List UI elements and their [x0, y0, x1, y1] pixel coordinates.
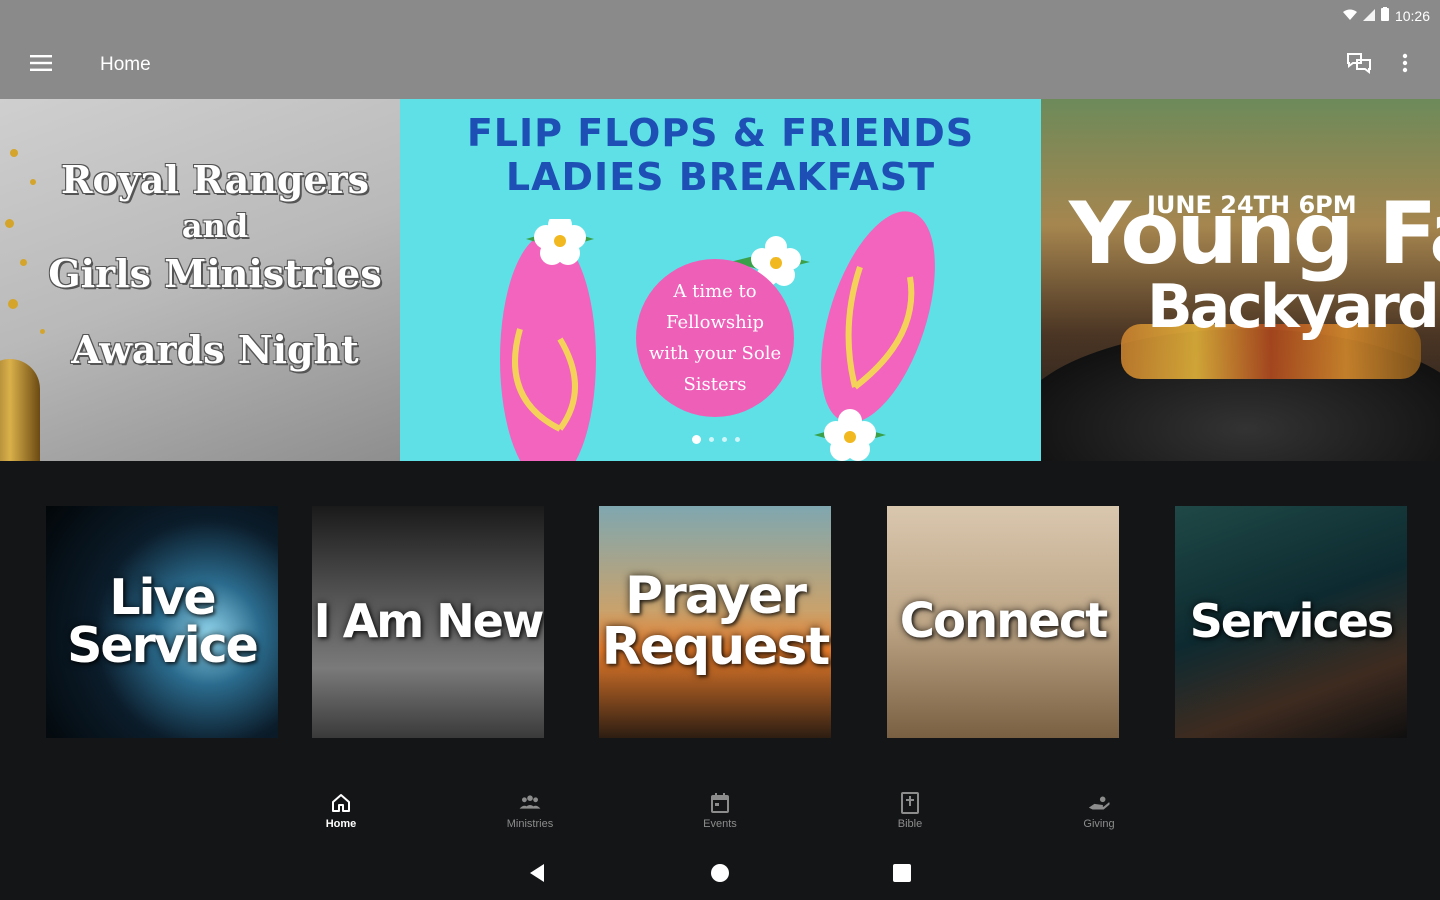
confetti-dot	[10, 149, 18, 157]
bible-icon	[898, 790, 922, 816]
back-button[interactable]	[524, 862, 550, 888]
pagination-dot[interactable]	[709, 437, 714, 442]
tile-label-line: Live	[109, 568, 216, 626]
nav-item-giving[interactable]: Giving	[1059, 790, 1139, 840]
nav-label: Giving	[1083, 818, 1115, 830]
confetti-dot	[8, 299, 18, 309]
chat-icon	[1346, 52, 1372, 79]
chat-button[interactable]	[1344, 50, 1374, 80]
system-navigation	[0, 850, 1440, 900]
flip-title-line-2: LADIES BREAKFAST	[505, 155, 936, 199]
awards-line-3: Girls Ministries	[48, 251, 382, 296]
tile-label-line: Request	[601, 617, 831, 677]
giving-icon	[1087, 790, 1111, 816]
flip-flop-right	[814, 211, 935, 461]
menu-button[interactable]	[24, 50, 58, 80]
quick-links-grid: Live Service I Am New Prayer Request Con…	[0, 506, 1440, 738]
recents-button[interactable]	[889, 862, 915, 888]
tile-prayer-request[interactable]: Prayer Request	[599, 506, 831, 738]
home-icon	[329, 790, 353, 816]
awards-line-2: and	[181, 207, 249, 245]
people-icon	[518, 790, 542, 816]
more-options-button[interactable]	[1390, 50, 1420, 80]
awards-line-1: Royal Rangers	[60, 157, 370, 202]
carousel-pagination	[692, 435, 740, 444]
flip-flop-left	[500, 219, 596, 461]
tile-label-line: Connect	[899, 593, 1108, 650]
trophy-shape	[0, 359, 40, 461]
flip-title-line-1: FLIP FLOPS & FRIENDS	[466, 111, 975, 155]
young-families-date: JUNE 24TH 6PM	[1147, 191, 1357, 219]
bubble-line-1: A time to	[673, 281, 757, 302]
battery-icon	[1380, 7, 1389, 24]
hamburger-icon	[30, 54, 52, 76]
nav-label: Ministries	[506, 818, 554, 830]
bottom-navigation: Home Ministries Events Bible Giving	[0, 790, 1440, 840]
home-system-button[interactable]	[707, 862, 733, 888]
more-vert-icon	[1402, 53, 1408, 78]
tile-services[interactable]: Services	[1175, 506, 1407, 738]
pagination-dot[interactable]	[722, 437, 727, 442]
nav-label: Bible	[897, 818, 923, 830]
bubble-line-4: Sisters	[683, 374, 747, 395]
tile-i-am-new[interactable]: I Am New	[312, 506, 544, 738]
wifi-icon	[1342, 8, 1357, 24]
event-carousel[interactable]: Royal Rangers and Girls Ministries Award…	[0, 99, 1440, 461]
nav-item-home[interactable]: Home	[301, 790, 381, 840]
tile-connect[interactable]: Connect	[887, 506, 1119, 738]
carousel-slide-young-families[interactable]: Young Fa JUNE 24TH 6PM Backyard	[1041, 99, 1440, 461]
carousel-slide-flip-flops[interactable]: FLIP FLOPS & FRIENDS LADIES BREAKFAST A …	[400, 99, 1041, 461]
nav-item-events[interactable]: Events	[680, 790, 760, 840]
status-time: 10:26	[1394, 7, 1430, 24]
nav-label: Home	[325, 818, 357, 830]
app-bar: Home	[0, 30, 1440, 99]
tile-label-line: I Am New	[313, 594, 544, 649]
pagination-dot-active[interactable]	[692, 435, 701, 444]
nav-label: Events	[703, 818, 737, 830]
circle-icon	[710, 863, 730, 888]
tile-label-line: Prayer	[624, 566, 807, 627]
bubble-line-2: Fellowship	[665, 312, 765, 333]
carousel-slide-awards-night[interactable]: Royal Rangers and Girls Ministries Award…	[0, 99, 400, 461]
square-icon	[892, 863, 912, 888]
signal-icon	[1362, 8, 1375, 24]
bubble-line-3: with your Sole	[648, 343, 782, 364]
tile-live-service[interactable]: Live Service	[46, 506, 278, 738]
pagination-dot[interactable]	[735, 437, 740, 442]
young-families-subtitle: Backyard	[1147, 272, 1440, 342]
nav-item-bible[interactable]: Bible	[870, 790, 950, 840]
awards-line-4: Awards Night	[71, 327, 359, 372]
nav-item-ministries[interactable]: Ministries	[490, 790, 570, 840]
page-title: Home	[100, 54, 151, 75]
calendar-icon	[708, 790, 732, 816]
back-icon	[528, 863, 546, 888]
tile-label-line: Service	[67, 617, 259, 674]
tile-label-line: Services	[1189, 594, 1395, 649]
status-icons: 10:26	[1342, 7, 1430, 24]
fellowship-bubble: A time to Fellowship with your Sole Sist…	[636, 259, 794, 417]
status-bar: 10:26	[0, 0, 1440, 30]
